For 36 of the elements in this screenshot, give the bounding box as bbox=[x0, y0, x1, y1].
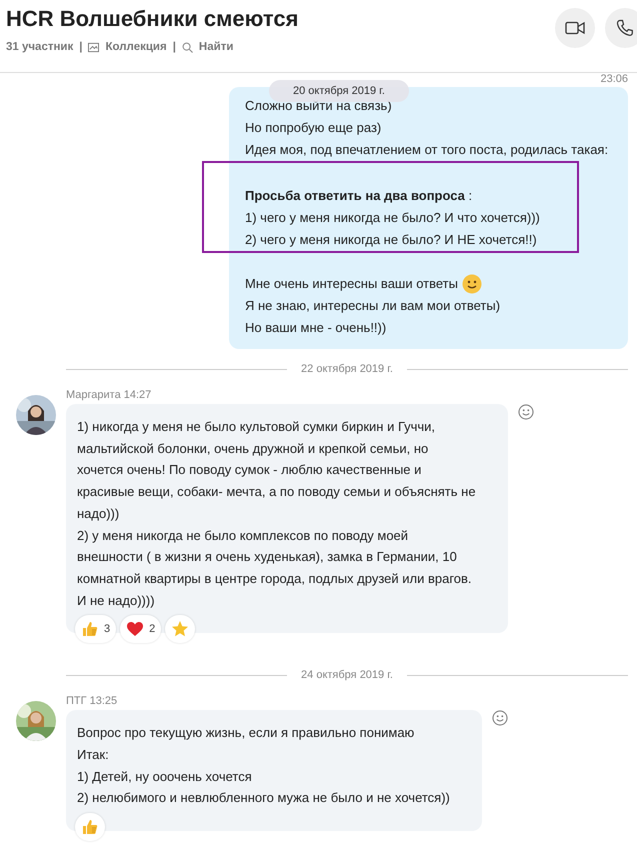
star-icon bbox=[171, 620, 190, 638]
chat-title: HCR Волшебники смеются bbox=[6, 6, 298, 32]
message-text: Вопрос про текущую жизнь, если я правильно понимаю Итак: 1) Детей, ну ооочень хочется 2) нелюбимого и невлюбленного мужа не было и не хочется)) bbox=[77, 724, 450, 808]
reaction-chip[interactable]: 3 bbox=[75, 615, 116, 644]
date-separator: 22 октября 2019 г. bbox=[300, 363, 394, 375]
date-separator: 24 октября 2019 г. bbox=[300, 669, 394, 682]
author-time: ПТГ 13:25 bbox=[66, 695, 118, 708]
reaction-chip[interactable]: 2 bbox=[120, 615, 162, 644]
message-line: Просьба ответить на два вопроса : bbox=[245, 187, 474, 205]
message-line: Идея моя, под впечатлением от того поста, родилась такая: bbox=[245, 141, 610, 159]
message-text: 1) никогда у меня не было культовой сумки биркин и Гуччи, мальтийской болонки, очень дружной и крепкой семьи, но хочется очень! По поводу сумок - люблю качественные и красивые вещи, собаки- мечта, а по поводу семьи и объяснять не надо))) 2) у меня никогда не было комплексов по поводу моей внешности ( в жизни я очень худенькая), замка в Германии, 10 комнатной квартиры в центре города, подлых друзей или врагов. И не надо)))) bbox=[77, 418, 476, 610]
author-time: Маргарита 14:27 bbox=[66, 389, 152, 401]
video-camera-icon bbox=[565, 21, 585, 35]
message-line: Но попробую еще раз) bbox=[245, 119, 382, 137]
add-reaction-icon[interactable] bbox=[518, 404, 534, 420]
member-count[interactable]: 31 участник bbox=[6, 41, 74, 53]
message-line: 1) чего у меня никогда не было? И что хочется))) bbox=[245, 209, 541, 227]
phone-icon bbox=[616, 19, 634, 37]
collection-link[interactable]: Коллекция bbox=[105, 41, 167, 53]
gallery-icon[interactable] bbox=[88, 42, 100, 52]
add-reaction-icon[interactable] bbox=[492, 710, 508, 726]
thumbs-up-icon bbox=[81, 818, 99, 836]
call-button[interactable] bbox=[605, 8, 637, 48]
heart-icon bbox=[126, 621, 144, 638]
separator: | bbox=[79, 41, 82, 53]
date-pill: 20 октября 2019 г. bbox=[269, 80, 409, 102]
search-icon[interactable] bbox=[182, 42, 193, 52]
message-time: 23:06 bbox=[600, 73, 628, 85]
message-line: Но ваши мне - очень!!)) bbox=[245, 319, 388, 337]
message-line: 2) чего у меня никогда не было? И НЕ хочется!!) bbox=[245, 231, 538, 249]
thumbs-up-icon bbox=[81, 620, 99, 638]
message-line: Мне очень интересны ваши ответы bbox=[245, 275, 458, 293]
separator: | bbox=[172, 41, 176, 53]
video-call-button[interactable] bbox=[555, 8, 595, 48]
message-line: Я не знаю, интересны ли вам мои ответы) bbox=[245, 297, 502, 315]
search-link[interactable]: Найти bbox=[198, 41, 234, 53]
